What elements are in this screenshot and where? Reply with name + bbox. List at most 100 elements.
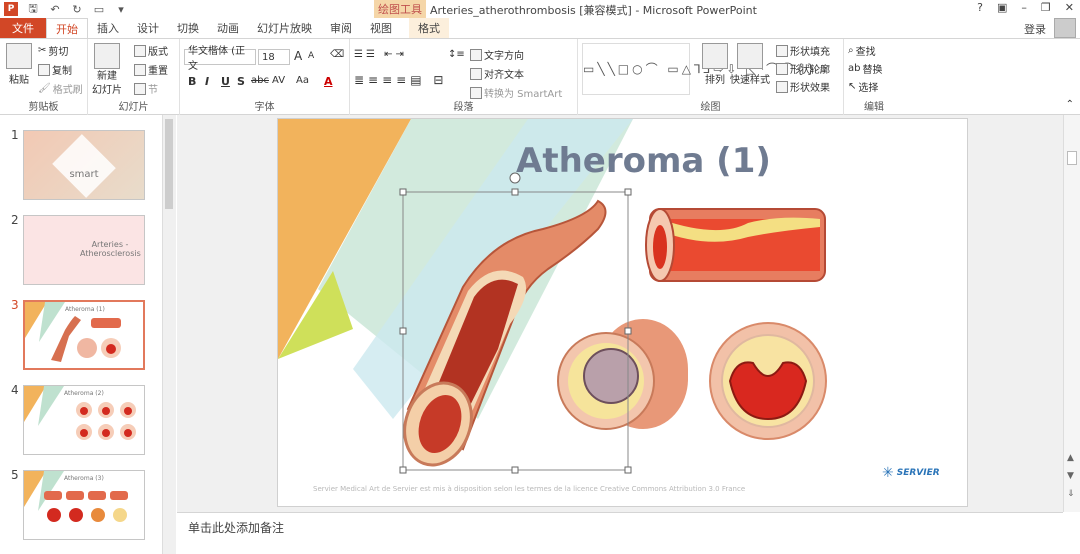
quick-styles-button[interactable]: 快速样式 [730, 43, 770, 86]
shape-outline-button[interactable]: 形状轮廓 [776, 61, 830, 76]
artery-tube-illustration [557, 319, 688, 430]
format-painter-button[interactable]: 🖌 格式刷 [38, 81, 83, 96]
line-spacing-icon[interactable]: ↕≡ [448, 49, 465, 60]
tab-home[interactable]: 开始 [46, 18, 88, 38]
thumbnail-number: 2 [11, 213, 19, 227]
section-icon [134, 82, 146, 95]
brush-icon: 🖌 [38, 83, 51, 94]
change-case-button[interactable]: Aa [296, 75, 309, 86]
tab-view[interactable]: 视图 [361, 18, 401, 38]
align-text-button[interactable]: 对齐文本 [470, 66, 524, 81]
slide-thumbnail-4[interactable]: Atheroma (2) [23, 385, 145, 455]
section-button[interactable]: 节 [134, 81, 158, 96]
cursor-icon: ↖ [848, 81, 857, 92]
scroll-up-icon[interactable]: ▲ [1067, 453, 1074, 463]
text-direction-button[interactable]: 文字方向 [470, 47, 524, 62]
shape-fill-button[interactable]: 形状填充 [776, 43, 830, 58]
select-button[interactable]: ↖ 选择 [848, 79, 878, 94]
notes-pane[interactable] [177, 512, 1063, 554]
scroll-down-icon[interactable]: ▼ [1067, 471, 1074, 481]
collapse-ribbon-icon[interactable]: ⌃ [1066, 99, 1074, 110]
tab-review[interactable]: 审阅 [321, 18, 361, 38]
clear-formatting-icon[interactable]: ⌫ [330, 49, 344, 60]
scroll-thumb[interactable] [165, 119, 173, 209]
undo-icon[interactable]: ↶ [48, 2, 62, 16]
arrange-button[interactable]: 排列 [702, 43, 728, 86]
ribbon-display-button[interactable]: ▣ [997, 1, 1007, 14]
replace-button[interactable]: ab 替换 [848, 61, 882, 76]
bold-button[interactable]: B [188, 75, 196, 88]
font-name-combo[interactable]: 华文楷体 (正文 [184, 46, 256, 72]
minimize-button[interactable]: – [1021, 1, 1027, 14]
grow-font-button[interactable]: A [294, 49, 302, 63]
tab-file[interactable]: 文件 [0, 18, 46, 38]
start-from-beginning-icon[interactable]: ▭ [92, 2, 106, 16]
slide-thumbnail-2[interactable]: Arteries - Atherosclerosis [23, 215, 145, 285]
restore-button[interactable]: ❐ [1041, 1, 1051, 14]
font-size-combo[interactable]: 18 [258, 49, 290, 65]
shape-effects-button[interactable]: 形状效果 [776, 79, 830, 94]
slides-group: 新建 幻灯片 版式 重置 节 幻灯片 [88, 39, 180, 115]
tab-format[interactable]: 格式 [409, 18, 449, 38]
notes-placeholder[interactable]: 单击此处添加备注 [188, 519, 284, 536]
list-buttons[interactable]: ☰☰ ⇤⇥ [354, 49, 407, 60]
tab-slideshow[interactable]: 幻灯片放映 [248, 18, 321, 38]
scroll-thumb[interactable] [1067, 151, 1077, 165]
slide-thumbnail-5[interactable]: Atheroma (3) [23, 470, 145, 540]
scissors-icon: ✂ [38, 45, 47, 56]
paragraph-group: ☰☰ ⇤⇥ ↕≡ 文字方向 对齐文本 转换为 SmartArt ≣≡≡≡▤ ⊟ … [350, 39, 578, 115]
cut-button[interactable]: ✂ 剪切 [38, 43, 68, 58]
artery-section-cut-illustration [645, 208, 826, 282]
slide-thumbnail-3[interactable]: Atheroma (1) [23, 300, 145, 370]
font-color-button[interactable]: A [324, 75, 333, 88]
italic-button[interactable]: I [205, 75, 209, 88]
layout-button[interactable]: 版式 [134, 43, 168, 58]
close-button[interactable]: ✕ [1065, 1, 1074, 14]
tab-animations[interactable]: 动画 [208, 18, 248, 38]
servier-logo-text: SERVIER [896, 468, 940, 478]
window-controls: ? ▣ – ❐ ✕ [977, 1, 1074, 14]
current-slide[interactable]: Atheroma (1) Servier Medical Art de Serv… [277, 118, 968, 507]
tab-transitions[interactable]: 切换 [168, 18, 208, 38]
copy-icon [38, 63, 50, 76]
thumb-diamond [52, 134, 116, 198]
qat-dropdown-icon[interactable]: ▾ [114, 2, 128, 16]
reset-icon [134, 63, 146, 76]
arrange-icon [702, 43, 728, 69]
outline-icon [776, 62, 788, 75]
thumb-text: Atheroma (2) [64, 390, 104, 397]
shrink-font-button[interactable]: A [308, 51, 314, 61]
strikethrough-button[interactable]: abc [251, 75, 269, 86]
thumbnail-scrollbar[interactable] [162, 115, 176, 554]
slide-scrollbar[interactable]: ▲ ▼ ⇓ [1063, 115, 1080, 512]
next-slide-icon[interactable]: ⇓ [1067, 489, 1075, 499]
character-spacing-button[interactable]: AV [272, 75, 285, 86]
find-button[interactable]: ⌕ 查找 [848, 43, 876, 58]
save-icon[interactable]: 🖫 [26, 2, 40, 16]
powerpoint-logo-icon[interactable]: P [4, 2, 18, 16]
avatar[interactable] [1054, 18, 1076, 38]
redo-icon[interactable]: ↻ [70, 2, 84, 16]
group-label: 字体 [254, 102, 275, 113]
smartart-icon [470, 86, 482, 99]
shadow-button[interactable]: S [237, 75, 245, 88]
slide-title[interactable]: Atheroma (1) [516, 141, 771, 181]
paste-button[interactable]: 粘贴 [6, 43, 32, 86]
tab-insert[interactable]: 插入 [88, 18, 128, 38]
shapes-gallery[interactable]: ▭╲╲□○⌒ ▭△⅂⅃⇨⇩ ◺◝⌒⌒{}☆ [582, 43, 828, 95]
alignment-buttons[interactable]: ≣≡≡≡▤ ⊟ [354, 73, 447, 87]
tab-design[interactable]: 设计 [128, 18, 168, 38]
reset-button[interactable]: 重置 [134, 62, 168, 77]
editing-group: ⌕ 查找 ab 替换 ↖ 选择 编辑 [844, 39, 904, 115]
slide-thumbnail-1[interactable]: smart [23, 130, 145, 200]
drawing-group: ▭╲╲□○⌒ ▭△⅂⅃⇨⇩ ◺◝⌒⌒{}☆ 排列 快速样式 形状填充 形状轮廓 … [578, 39, 844, 115]
ribbon: 粘贴 ✂ 剪切 复制 🖌 格式刷 剪贴板 新建 幻灯片 版式 重置 节 幻灯片 华文… [0, 38, 1080, 115]
underline-button[interactable]: U [221, 75, 230, 88]
help-button[interactable]: ? [977, 1, 983, 14]
copy-button[interactable]: 复制 [38, 62, 72, 77]
drawing-tools-context-label: 绘图工具 [374, 0, 426, 18]
login-link[interactable]: 登录 [1024, 21, 1046, 37]
thumbnail-number: 5 [11, 468, 19, 482]
slide-credit-text: Servier Medical Art de Servier est mis à… [313, 485, 746, 493]
new-slide-button[interactable]: 新建 幻灯片 [92, 43, 122, 97]
